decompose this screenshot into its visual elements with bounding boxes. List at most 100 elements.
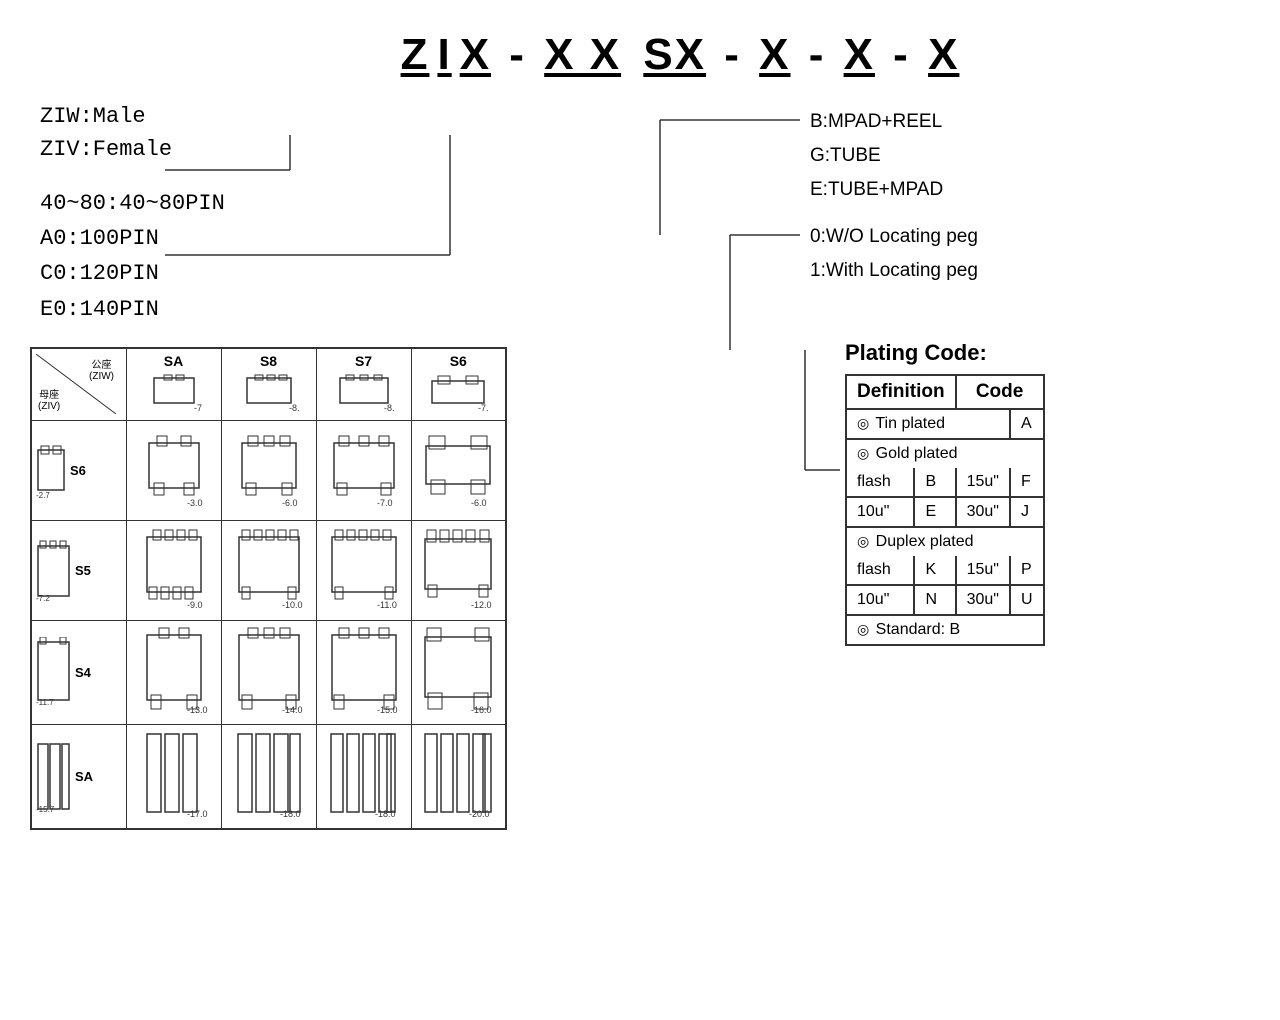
plating-gold-def: ◎ Gold plated (846, 439, 1044, 468)
packaging-labels: B:MPAD+REEL G:TUBE E:TUBE+MPAD (810, 105, 943, 208)
svg-text:-13.0: -13.0 (187, 705, 208, 715)
table-row-sa: -15.7 SA -17.0 (31, 724, 506, 829)
plating-row-duplex-1: flash K 15u" P (846, 556, 1044, 585)
packaging-b: B:MPAD+REEL (810, 105, 943, 139)
part-number-display: Z I X - X X SX - X - X - X (397, 30, 964, 80)
plating-standard-def: ◎ Standard: B (846, 615, 1044, 645)
cell-s5-s8: -10.0 (221, 520, 316, 620)
plating-gold-j: J (1010, 497, 1044, 527)
col-header-s6: S6 -7.1 (411, 348, 506, 421)
plating-gold-10u: 10u" (846, 497, 914, 527)
gold-bullet: ◎ (857, 445, 869, 461)
plating-row-duplex-2: 10u" N 30u" U (846, 585, 1044, 615)
plating-duplex-flash: flash (846, 556, 914, 585)
row-label-s6: -2.7 S6 (31, 420, 126, 520)
right-section: B:MPAD+REEL G:TUBE E:TUBE+MPAD 0:W/O Loc… (600, 90, 1260, 1020)
pn-char-i: I (433, 30, 455, 80)
plating-row-gold-2: 10u" E 30u" J (846, 497, 1044, 527)
svg-text:-7.0: -7.0 (377, 498, 393, 508)
table-row-s6: -2.7 S6 -3 (31, 420, 506, 520)
svg-text:-12.0: -12.0 (471, 600, 492, 610)
cell-s6-s8: -6.0 (221, 420, 316, 520)
plating-header-code: Code (956, 375, 1044, 409)
plating-duplex-k: K (914, 556, 955, 585)
plating-duplex-n: N (914, 585, 955, 615)
tin-label: Tin plated (875, 415, 945, 432)
cell-s4-s8: -14.0 (221, 620, 316, 724)
locating-1: 1:With Locating peg (810, 254, 978, 288)
packaging-e: E:TUBE+MPAD (810, 173, 943, 207)
col-header-s7: S7 -8.7 (316, 348, 411, 421)
col-header-sa: SA -7 (126, 348, 221, 421)
pn-sep-3: - (794, 30, 839, 80)
plating-gold-flash: flash (846, 468, 914, 497)
plating-section: Plating Code: Definition Code (845, 340, 1045, 646)
svg-text:-7.1: -7.1 (478, 403, 488, 413)
svg-text:-3.0: -3.0 (187, 498, 203, 508)
svg-text:-7: -7 (194, 403, 202, 413)
svg-text:-9.0: -9.0 (187, 600, 203, 610)
cell-sa-sa: -17.0 (126, 724, 221, 829)
pn-sep-2: - (710, 30, 755, 80)
pn-sep-1: - (495, 30, 540, 80)
packaging-g: G:TUBE (810, 139, 943, 173)
cell-s4-s6: -16.0 (411, 620, 506, 724)
plating-row-gold-1: flash B 15u" F (846, 468, 1044, 497)
cell-s6-s6: -6.0 (411, 420, 506, 520)
tin-bullet: ◎ (857, 415, 869, 431)
connector-table: 公座(ZIW) 母座(ZIV) SA -7 (30, 347, 507, 830)
pn-sep-sx (625, 30, 639, 80)
pn-char-x2: X (755, 30, 794, 80)
pin-labels: 40~80:40~80PIN A0:100PIN C0:120PIN E0:14… (40, 186, 600, 327)
svg-text:-6.0: -6.0 (471, 498, 487, 508)
pn-char-xx: X X (540, 30, 625, 80)
svg-text:-15.0: -15.0 (377, 705, 398, 715)
plating-table: Definition Code ◎ Tin plated (845, 374, 1045, 646)
cell-sa-s7: -18.0 (316, 724, 411, 829)
cell-s5-s7: -11.0 (316, 520, 411, 620)
cell-s4-sa: -13.0 (126, 620, 221, 724)
plating-row-gold-header: ◎ Gold plated (846, 439, 1044, 468)
plating-row-duplex-header: ◎ Duplex plated (846, 527, 1044, 556)
part-number-area: Z I X - X X SX - X - X - X (100, 30, 1260, 80)
row-label-s5: -7.2 S5 (31, 520, 126, 620)
cell-s6-sa: -3.0 (126, 420, 221, 520)
row-label-sa: -15.7 SA (31, 724, 126, 829)
svg-text:-10.0: -10.0 (282, 600, 303, 610)
svg-text:-20.0: -20.0 (469, 809, 490, 819)
plating-header-def: Definition (846, 375, 956, 409)
duplex-bullet: ◎ (857, 533, 869, 549)
plating-gold-b: B (914, 468, 955, 497)
main-container: Z I X - X X SX - X - X - X (0, 0, 1280, 930)
plating-gold-30u: 30u" (956, 497, 1010, 527)
plating-duplex-def: ◎ Duplex plated (846, 527, 1044, 556)
plating-tin-def: ◎ Tin plated (846, 409, 1010, 439)
plating-gold-f: F (1010, 468, 1044, 497)
left-section: ZIW:Male ZIV:Female 40~80:40~80PIN A0:10… (20, 90, 600, 1020)
svg-text:-15.7: -15.7 (36, 805, 55, 814)
svg-text:-17.0: -17.0 (187, 809, 208, 819)
svg-text:-6.0: -6.0 (282, 498, 298, 508)
cell-s5-sa: -9.0 (126, 520, 221, 620)
cell-sa-s8: -18.0 (221, 724, 316, 829)
locating-0: 0:W/O Locating peg (810, 220, 978, 254)
table-row-s5: -7.2 S5 (31, 520, 506, 620)
standard-label: Standard: B (876, 621, 961, 638)
type-labels: ZIW:Male ZIV:Female (40, 100, 600, 166)
content-area: ZIW:Male ZIV:Female 40~80:40~80PIN A0:10… (20, 90, 1260, 1020)
plating-duplex-15u: 15u" (956, 556, 1010, 585)
row-label-s4: -11.7 S4 (31, 620, 126, 724)
locating-labels: 0:W/O Locating peg 1:With Locating peg (810, 220, 978, 288)
cell-s6-s7: -7.0 (316, 420, 411, 520)
plating-row-tin: ◎ Tin plated A (846, 409, 1044, 439)
cell-sa-s6: -20.0 (411, 724, 506, 829)
pn-char-x1: X (456, 30, 495, 80)
plating-gold-e: E (914, 497, 955, 527)
pn-char-x3: X (840, 30, 879, 80)
plating-duplex-30u: 30u" (956, 585, 1010, 615)
svg-text:-18.0: -18.0 (280, 809, 301, 819)
plating-duplex-p: P (1010, 556, 1044, 585)
plating-tin-code: A (1010, 409, 1044, 439)
pn-char-z: Z (397, 30, 434, 80)
svg-text:-11.0: -11.0 (377, 600, 397, 610)
